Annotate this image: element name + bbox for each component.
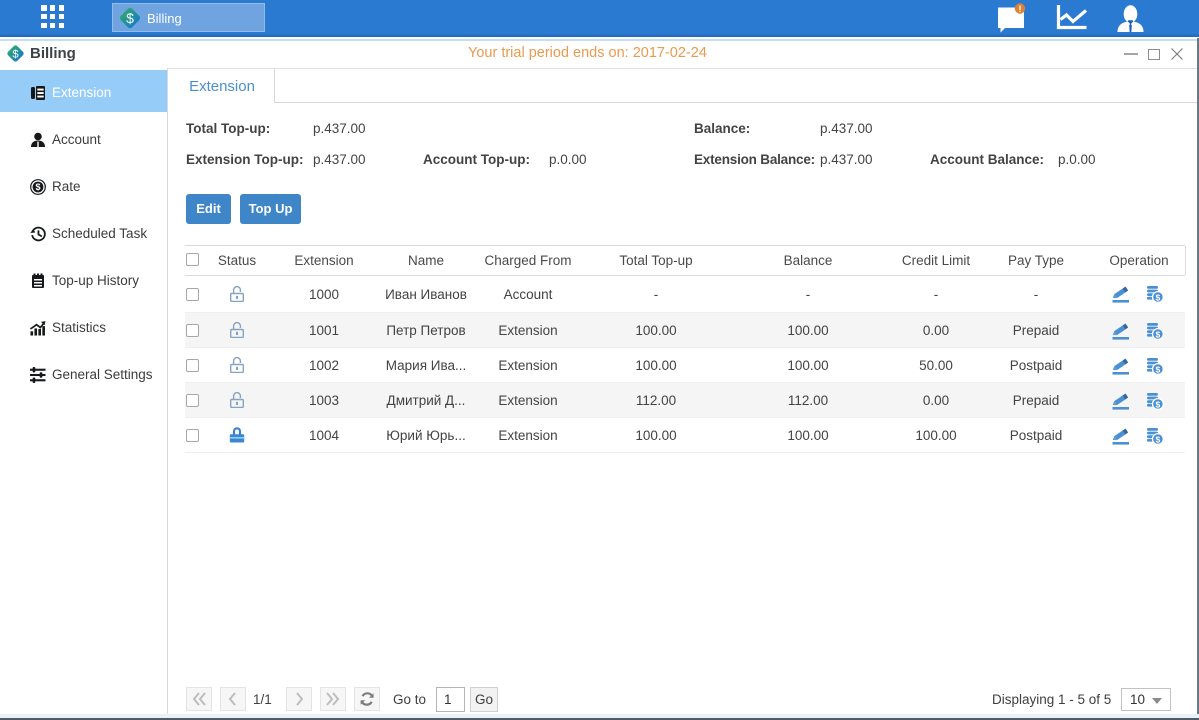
svg-text:$: $ — [1156, 329, 1161, 339]
svg-text:$: $ — [1156, 364, 1161, 374]
svg-text:$: $ — [1156, 399, 1161, 409]
svg-text:$: $ — [1156, 292, 1161, 302]
svg-text:$: $ — [126, 10, 134, 26]
svg-text:$: $ — [12, 49, 19, 61]
svg-text:$: $ — [1156, 434, 1161, 444]
svg-text:!: ! — [1019, 4, 1022, 14]
svg-text:$: $ — [35, 182, 40, 192]
